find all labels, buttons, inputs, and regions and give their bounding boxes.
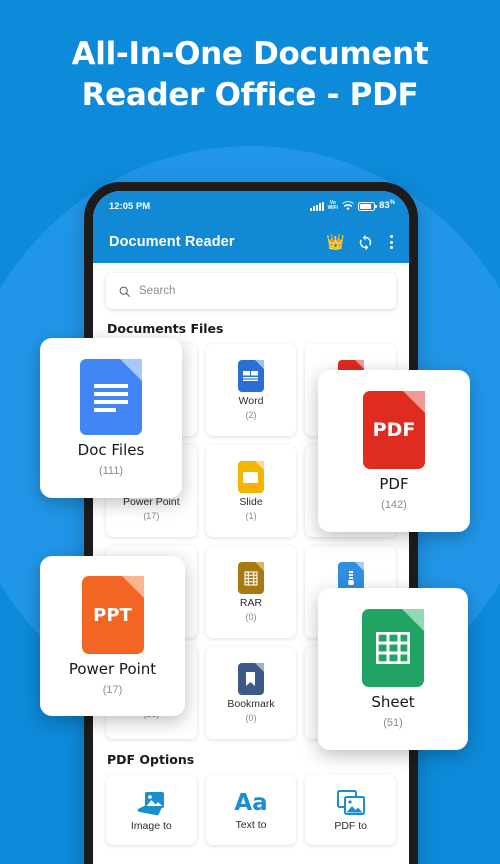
- grid-item-label: Word: [238, 395, 264, 407]
- battery-icon: [358, 201, 378, 211]
- pdf-option-image-to-pdf[interactable]: Image to: [106, 775, 197, 845]
- google-sheets-icon: [362, 609, 424, 687]
- floating-card-label: PDF: [379, 475, 409, 493]
- grid-item-bookmark[interactable]: Bookmark (0): [205, 647, 297, 739]
- search-icon: [119, 286, 130, 297]
- overflow-menu-icon[interactable]: [386, 235, 397, 249]
- floating-card-label: Sheet: [371, 693, 415, 711]
- text-to-pdf-icon: Aa: [234, 789, 268, 816]
- grid-item-label: RAR: [239, 597, 263, 609]
- grid-item-count: (0): [245, 713, 257, 723]
- floating-card-count: (111): [98, 465, 124, 477]
- image-to-pdf-icon: [138, 791, 165, 815]
- signal-bars-icon: [309, 201, 324, 211]
- powerpoint-icon: PPT: [81, 576, 144, 654]
- search-placeholder: Search: [139, 285, 176, 297]
- grid-item-count: (0): [245, 612, 257, 622]
- pdf-option-pdf-to-image[interactable]: PDF to: [305, 775, 396, 845]
- promo-banner: All-In-One Document Reader Office - PDF …: [0, 0, 500, 864]
- ppt-glyph: PPT: [93, 604, 132, 626]
- headline-line-1: All-In-One Document: [71, 36, 429, 72]
- app-bar: Document Reader 👑: [93, 221, 409, 263]
- pdf-option-label: Image to: [130, 819, 172, 832]
- pdf-option-label: PDF to: [334, 819, 367, 832]
- section-title-documents: Documents Files: [107, 321, 224, 336]
- floating-card-powerpoint[interactable]: PPT Power Point (17): [40, 556, 185, 716]
- page-title: All-In-One Document Reader Office - PDF: [0, 34, 500, 116]
- floating-card-label: Doc Files: [77, 441, 145, 459]
- status-icons: Vo WiFi 83%: [309, 200, 395, 212]
- grid-item-slide[interactable]: Slide (1): [205, 445, 297, 537]
- rar-icon: [237, 562, 264, 594]
- floating-card-count: (17): [102, 684, 123, 696]
- app-title: Document Reader: [109, 234, 235, 250]
- pdf-option-text-to-pdf[interactable]: Aa Text to: [205, 775, 297, 845]
- status-bar: 12:05 PM Vo WiFi 83%: [93, 191, 409, 221]
- grid-item-label: Slide: [239, 496, 263, 508]
- floating-card-count: (142): [381, 499, 407, 511]
- google-docs-icon: [80, 359, 142, 435]
- pdf-options-grid: Image to Aa Text to PDF to: [106, 775, 396, 845]
- section-title-pdf-options: PDF Options: [107, 752, 195, 767]
- grid-item-count: (2): [245, 410, 257, 420]
- floating-card-pdf[interactable]: PDF PDF (142): [318, 370, 470, 532]
- crown-icon[interactable]: 👑: [326, 235, 345, 250]
- headline-line-2: Reader Office - PDF: [81, 76, 419, 113]
- refresh-icon[interactable]: [357, 234, 374, 251]
- pdf-icon: PDF: [363, 391, 425, 469]
- wifi-icon: [342, 201, 355, 211]
- floating-card-doc-files[interactable]: Doc Files (111): [40, 338, 182, 498]
- word-icon: [237, 360, 264, 392]
- grid-item-label: Bookmark: [227, 698, 275, 710]
- floating-card-label: Power Point: [68, 660, 157, 678]
- google-slides-icon: [237, 461, 264, 493]
- pdf-glyph: PDF: [372, 419, 416, 441]
- floating-card-sheet[interactable]: Sheet (51): [318, 588, 468, 750]
- bookmark-icon: [237, 663, 264, 695]
- vowifi-icon: Vo WiFi: [327, 200, 339, 211]
- grid-item-count: (17): [143, 511, 160, 521]
- pdf-to-image-icon: [336, 789, 365, 815]
- status-time: 12:05 PM: [109, 200, 151, 212]
- battery-percent: 83%: [379, 200, 395, 212]
- floating-card-count: (51): [383, 717, 403, 729]
- grid-item-word[interactable]: Word (2): [205, 344, 297, 436]
- pdf-option-label: Text to: [235, 818, 267, 831]
- grid-item-rar[interactable]: RAR (0): [205, 546, 297, 638]
- search-input[interactable]: Search: [106, 273, 396, 309]
- grid-item-count: (1): [245, 511, 257, 521]
